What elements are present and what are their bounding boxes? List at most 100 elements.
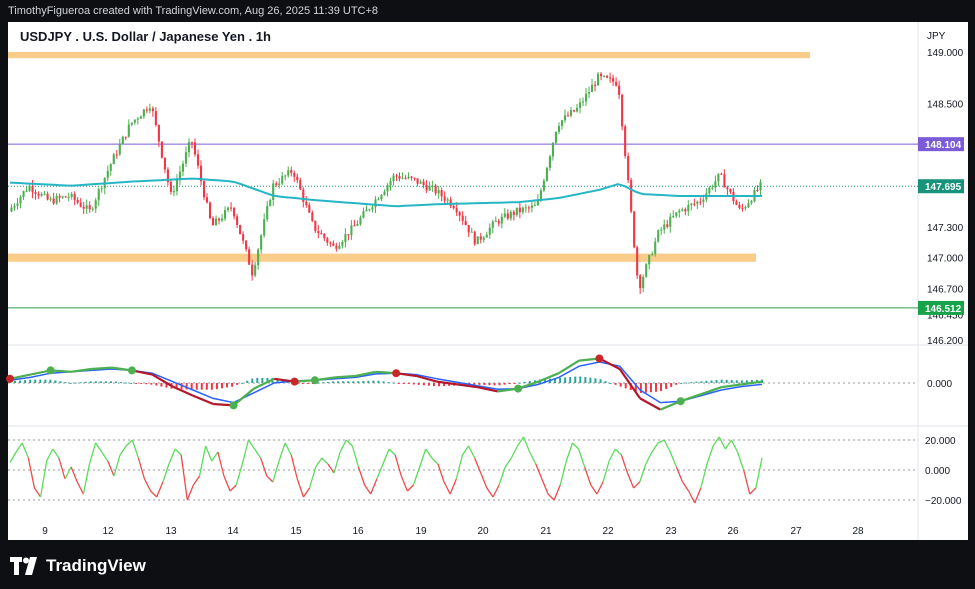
macd-histogram-bar	[594, 378, 597, 383]
macd-histogram-bar	[150, 383, 153, 385]
candle-body	[13, 205, 16, 208]
candle-body	[305, 201, 308, 206]
time-tick-label: 21	[540, 526, 552, 537]
candle-body	[621, 94, 624, 127]
candle-body	[587, 92, 591, 94]
candle-body	[136, 118, 139, 120]
macd-histogram-bar	[503, 383, 506, 385]
price-tick-label: 147.300	[927, 223, 964, 234]
macd-histogram-bar	[251, 378, 254, 383]
time-tick-label: 23	[665, 526, 677, 537]
macd-histogram-bar	[382, 381, 385, 383]
candle-body	[693, 203, 696, 205]
candle-body	[380, 195, 383, 200]
candle-body	[557, 126, 561, 132]
candle-body	[404, 177, 407, 179]
macd-histogram-bar	[655, 383, 658, 392]
candle-body	[314, 220, 317, 231]
candle-body	[317, 230, 320, 234]
candle-body	[500, 216, 503, 224]
candle-body	[332, 243, 335, 246]
macd-histogram-bar	[513, 383, 516, 384]
candle-body	[85, 205, 88, 209]
candle-body	[377, 199, 380, 201]
macd-histogram-bar	[215, 383, 218, 390]
macd-histogram-bar	[347, 381, 350, 383]
macd-line-segment	[335, 374, 356, 379]
macd-histogram-bar	[342, 381, 345, 383]
candle-body	[618, 85, 621, 95]
candle-body	[624, 126, 627, 156]
macd-histogram-bar	[493, 383, 496, 386]
candle-body	[684, 209, 687, 212]
candle-body	[19, 196, 22, 204]
macd-histogram-bar	[19, 380, 22, 383]
candle-body	[735, 201, 738, 205]
price-chart[interactable]: 0.000 20.000 0.000 −20.000 149.000 148.500 1…	[0, 0, 975, 589]
macd-histogram-bar	[417, 383, 420, 385]
candle-body	[308, 205, 311, 213]
price-tick-label: 146.200	[927, 336, 964, 347]
candle-body	[639, 275, 642, 289]
candle-body	[64, 196, 67, 198]
candle-body	[581, 101, 585, 103]
macd-histogram-bar	[528, 381, 531, 383]
macd-histogram-bar	[720, 379, 723, 383]
macd-histogram-bar	[680, 382, 683, 384]
macd-histogram-bar	[735, 380, 738, 383]
macd-histogram-bar	[660, 383, 663, 392]
candle-body	[25, 190, 28, 192]
macd-histogram-bar	[584, 377, 587, 383]
macd-histogram-bar	[559, 377, 562, 383]
chart-panel-background	[8, 22, 918, 540]
macd-histogram-bar	[392, 382, 395, 384]
time-tick-label: 15	[290, 526, 302, 537]
macd-histogram-bar	[352, 381, 355, 383]
macd-histogram-bar	[609, 382, 612, 384]
candle-body	[284, 175, 287, 177]
candle-body	[615, 81, 618, 86]
candle-body	[169, 182, 172, 192]
candle-body	[473, 231, 476, 245]
candle-body	[67, 196, 70, 198]
candle-body	[594, 84, 597, 86]
candle-body	[401, 177, 404, 179]
macd-histogram-bar	[160, 383, 163, 387]
candle-body	[597, 73, 600, 86]
macd-histogram-bar	[104, 381, 107, 383]
candle-body	[55, 196, 58, 204]
macd-histogram-bar	[69, 382, 72, 384]
candle-body	[242, 234, 245, 241]
brand[interactable]: TradingView	[10, 556, 146, 576]
macd-histogram-bar	[649, 383, 652, 393]
candle-body	[434, 185, 437, 194]
candle-body	[425, 184, 428, 191]
candle-body	[28, 185, 31, 191]
candle-body	[491, 221, 494, 228]
macd-histogram-bar	[483, 383, 486, 385]
rsi-tick-label: 20.000	[925, 436, 956, 447]
time-tick-label: 12	[102, 526, 114, 537]
candle-body	[750, 201, 753, 204]
candle-body	[488, 227, 491, 235]
macd-line-segment	[91, 366, 112, 371]
candle-body	[521, 207, 524, 213]
candle-body	[392, 175, 395, 182]
macd-cross-marker	[127, 366, 136, 375]
macd-histogram-bar	[508, 383, 511, 385]
candle-body	[642, 276, 645, 289]
macd-histogram-bar	[730, 380, 733, 383]
candle-body	[467, 224, 470, 233]
candle-body	[190, 142, 194, 144]
candle-body	[187, 142, 191, 153]
candle-body	[175, 179, 178, 192]
candle-body	[211, 218, 215, 226]
candle-body	[58, 196, 61, 198]
candle-body	[43, 193, 46, 195]
macd-cross-marker	[514, 384, 523, 393]
candle-body	[443, 196, 446, 201]
candle-body	[530, 205, 533, 208]
rsi-tick-label: 0.000	[925, 466, 950, 477]
macd-histogram-bar	[64, 382, 67, 384]
macd-histogram-bar	[432, 383, 435, 387]
